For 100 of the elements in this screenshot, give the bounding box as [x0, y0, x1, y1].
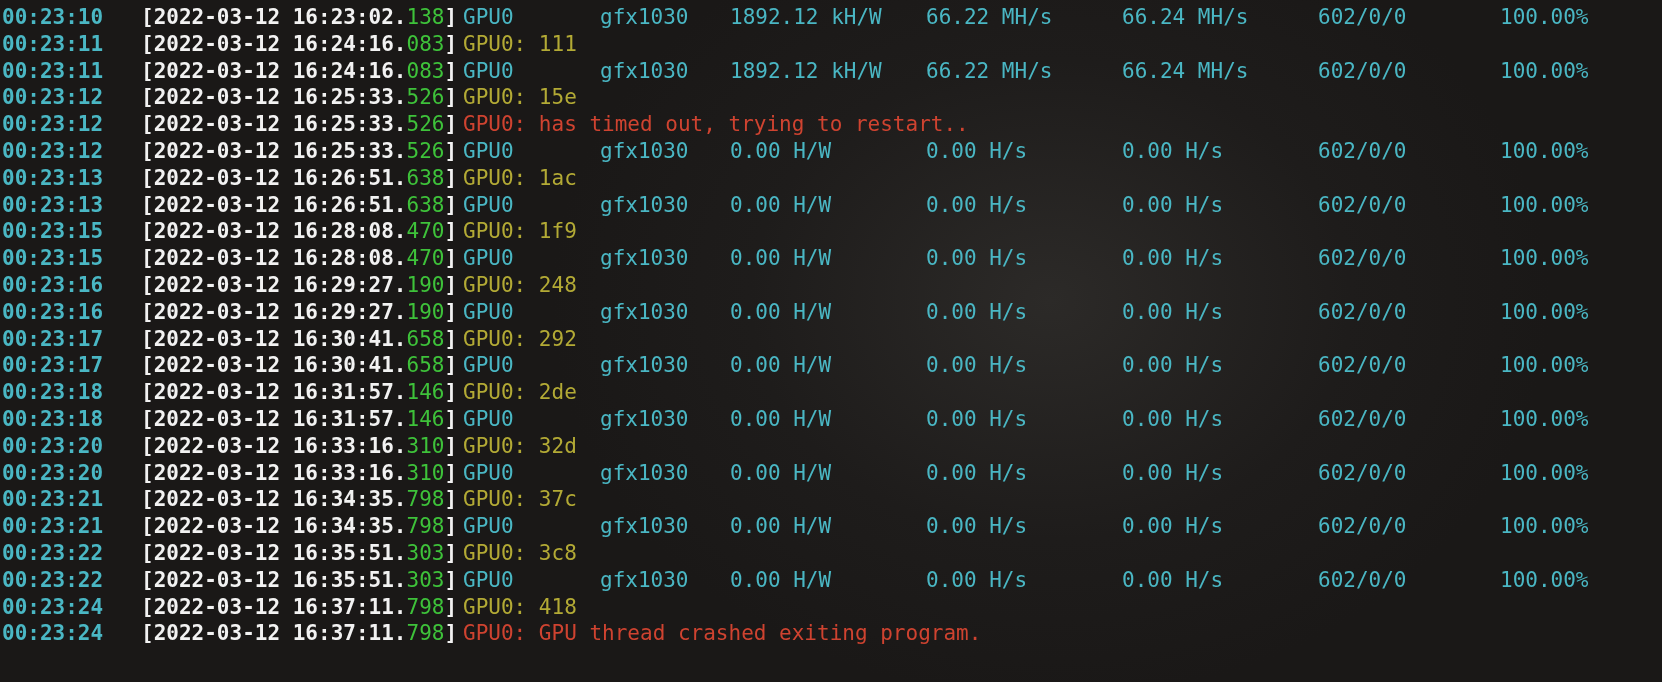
log-timestamp: [2022-03-12 16:31:57.146]	[141, 379, 459, 406]
log-message: GPU0: 1f9	[463, 218, 578, 246]
elapsed-time: 00:23:17	[2, 352, 105, 380]
gpu-model: gfx1030	[600, 352, 690, 380]
error-message: GPU0: has timed out, trying to restart..	[463, 111, 970, 138]
elapsed-time: 00:23:18	[2, 379, 105, 406]
log-message: GPU0: 37c	[463, 486, 578, 514]
average-hashrate-value: 0.00 H/s	[1122, 513, 1225, 540]
log-timestamp: [2022-03-12 16:33:16.310]	[141, 459, 459, 487]
log-timestamp: [2022-03-12 16:30:41.658]	[141, 325, 459, 353]
shares-count: 602/0/0	[1318, 298, 1408, 326]
log-timestamp: [2022-03-12 16:37:11.798]	[141, 593, 459, 621]
percent-value: 100.00%	[1500, 566, 1590, 594]
log-message: GPU0: 418	[463, 593, 578, 621]
hashrate-value: 0.00 H/s	[926, 298, 1029, 326]
gpu-model: gfx1030	[600, 513, 690, 540]
percent-value: 100.00%	[1500, 352, 1590, 380]
log-timestamp: [2022-03-12 16:30:41.658]	[141, 352, 459, 380]
elapsed-time: 00:23:12	[2, 111, 105, 138]
hashrate-value: 0.00 H/s	[926, 405, 1029, 433]
gpu-model: gfx1030	[600, 405, 690, 433]
efficiency-value: 0.00 H/W	[730, 298, 833, 326]
elapsed-time: 00:23:13	[2, 191, 105, 219]
efficiency-value: 0.00 H/W	[730, 459, 833, 487]
device-name: GPU0	[463, 513, 515, 540]
elapsed-time: 00:23:20	[2, 459, 105, 487]
percent-value: 100.00%	[1500, 245, 1590, 272]
shares-count: 602/0/0	[1318, 352, 1408, 380]
hashrate-value: 0.00 H/s	[926, 138, 1029, 165]
log-timestamp: [2022-03-12 16:35:51.303]	[141, 566, 459, 594]
percent-value: 100.00%	[1500, 405, 1590, 433]
log-timestamp: [2022-03-12 16:25:33.526]	[141, 84, 459, 112]
gpu-model: gfx1030	[600, 4, 690, 31]
hashrate-value: 66.22 MH/s	[926, 57, 1054, 85]
log-message: GPU0: 292	[463, 325, 578, 353]
log-timestamp: [2022-03-12 16:35:51.303]	[141, 539, 459, 567]
log-timestamp: [2022-03-12 16:25:33.526]	[141, 111, 459, 138]
elapsed-time: 00:23:21	[2, 486, 105, 514]
log-timestamp: [2022-03-12 16:23:02.138]	[141, 4, 459, 31]
elapsed-time: 00:23:13	[2, 164, 105, 192]
efficiency-value: 1892.12 kH/W	[730, 4, 883, 31]
shares-count: 602/0/0	[1318, 138, 1408, 165]
elapsed-time: 00:23:22	[2, 566, 105, 594]
efficiency-value: 0.00 H/W	[730, 405, 833, 433]
average-hashrate-value: 0.00 H/s	[1122, 566, 1225, 594]
log-timestamp: [2022-03-12 16:28:08.470]	[141, 218, 459, 246]
log-message: GPU0: 1ac	[463, 164, 578, 192]
elapsed-time: 00:23:11	[2, 30, 105, 58]
efficiency-value: 0.00 H/W	[730, 513, 833, 540]
device-name: GPU0	[463, 191, 515, 219]
elapsed-time: 00:23:24	[2, 620, 105, 648]
hashrate-value: 0.00 H/s	[926, 352, 1029, 380]
gpu-model: gfx1030	[600, 138, 690, 165]
shares-count: 602/0/0	[1318, 191, 1408, 219]
elapsed-time: 00:23:15	[2, 218, 105, 246]
log-timestamp: [2022-03-12 16:28:08.470]	[141, 245, 459, 272]
shares-count: 602/0/0	[1318, 4, 1408, 31]
log-timestamp: [2022-03-12 16:26:51.638]	[141, 191, 459, 219]
elapsed-time: 00:23:12	[2, 138, 105, 165]
log-message: GPU0: 15e	[463, 84, 578, 112]
log-message: GPU0: 111	[463, 30, 578, 58]
average-hashrate-value: 0.00 H/s	[1122, 245, 1225, 272]
log-timestamp: [2022-03-12 16:34:35.798]	[141, 486, 459, 514]
log-timestamp: [2022-03-12 16:24:16.083]	[141, 30, 459, 58]
device-name: GPU0	[463, 298, 515, 326]
hashrate-value: 0.00 H/s	[926, 513, 1029, 540]
percent-value: 100.00%	[1500, 191, 1590, 219]
elapsed-time: 00:23:15	[2, 245, 105, 272]
log-timestamp: [2022-03-12 16:34:35.798]	[141, 513, 459, 540]
log-message: GPU0: 32d	[463, 432, 578, 460]
device-name: GPU0	[463, 245, 515, 272]
efficiency-value: 0.00 H/W	[730, 138, 833, 165]
average-hashrate-value: 0.00 H/s	[1122, 459, 1225, 487]
hashrate-value: 66.22 MH/s	[926, 4, 1054, 31]
average-hashrate-value: 66.24 MH/s	[1122, 4, 1250, 31]
elapsed-time: 00:23:16	[2, 271, 105, 299]
shares-count: 602/0/0	[1318, 459, 1408, 487]
percent-value: 100.00%	[1500, 138, 1590, 165]
log-timestamp: [2022-03-12 16:29:27.190]	[141, 271, 459, 299]
shares-count: 602/0/0	[1318, 57, 1408, 85]
elapsed-time: 00:23:11	[2, 57, 105, 85]
percent-value: 100.00%	[1500, 459, 1590, 487]
elapsed-time: 00:23:20	[2, 432, 105, 460]
percent-value: 100.00%	[1500, 298, 1590, 326]
gpu-model: gfx1030	[600, 298, 690, 326]
gpu-model: gfx1030	[600, 57, 690, 85]
percent-value: 100.00%	[1500, 513, 1590, 540]
elapsed-time: 00:23:18	[2, 405, 105, 433]
log-timestamp: [2022-03-12 16:26:51.638]	[141, 164, 459, 192]
elapsed-time: 00:23:21	[2, 513, 105, 540]
log-timestamp: [2022-03-12 16:31:57.146]	[141, 405, 459, 433]
log-message: GPU0: 3c8	[463, 539, 578, 567]
efficiency-value: 0.00 H/W	[730, 566, 833, 594]
gpu-model: gfx1030	[600, 191, 690, 219]
hashrate-value: 0.00 H/s	[926, 245, 1029, 272]
shares-count: 602/0/0	[1318, 245, 1408, 272]
percent-value: 100.00%	[1500, 4, 1590, 31]
device-name: GPU0	[463, 566, 515, 594]
log-timestamp: [2022-03-12 16:29:27.190]	[141, 298, 459, 326]
device-name: GPU0	[463, 138, 515, 165]
